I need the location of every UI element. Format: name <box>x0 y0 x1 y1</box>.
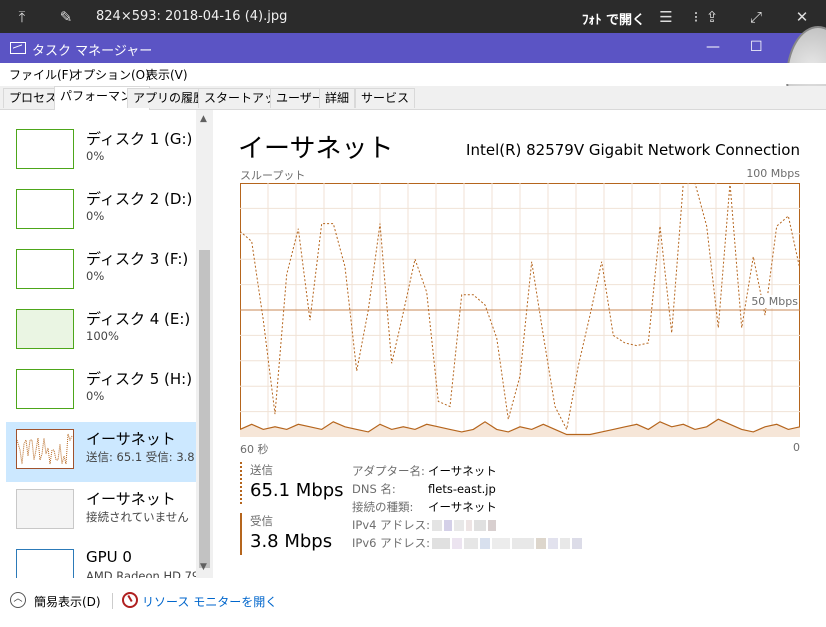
task-manager-icon <box>10 42 26 54</box>
tab-bar: プロセス パフォーマンス アプリの履歴 スタートアップ ユーザー 詳細 サービス <box>0 86 826 110</box>
resource-value: 0% <box>86 209 105 223</box>
graph-time-left: 60 秒 <box>240 443 269 456</box>
resource-thumbnail <box>16 369 74 409</box>
resource-value: 0% <box>86 389 105 403</box>
task-manager-titlebar: タスク マネージャー — ☐ <box>0 33 826 63</box>
prop-adapter-name: アダプター名: イーサネット <box>352 464 497 478</box>
send-label: 送信 <box>250 463 273 477</box>
send-value: 65.1 Mbps <box>250 480 344 501</box>
resource-list-scrollbar[interactable]: ▲ ▼ <box>196 110 213 578</box>
ethernet-mini-graph <box>16 433 73 465</box>
up-arrow-icon[interactable]: ⤒ <box>12 7 32 27</box>
prop-dns-name: DNS 名: flets-east.jp <box>352 482 496 496</box>
adapter-name: Intel(R) 82579V Gigabit Network Connecti… <box>466 141 800 159</box>
resource-thumbnail <box>16 249 74 289</box>
resource-value: 0% <box>86 149 105 163</box>
resource-thumbnail <box>16 489 74 529</box>
resource-name: ディスク 1 (G:) <box>86 130 193 148</box>
menu-file[interactable]: ファイル(F) <box>9 66 73 83</box>
resource-name: ディスク 2 (D:) <box>86 190 193 208</box>
resource-disk-3[interactable]: ディスク 3 (F:) 0% <box>6 242 196 302</box>
prop-connection-type: 接続の種類: イーサネット <box>352 500 497 514</box>
ethernet-detail-panel: イーサネット Intel(R) 82579V Gigabit Network C… <box>214 110 826 578</box>
open-with-photos-button[interactable]: ﾌｫﾄ で開く <box>582 9 645 28</box>
resource-name: ディスク 3 (F:) <box>86 250 189 268</box>
detail-title: イーサネット <box>238 134 394 164</box>
graph-time-right: 0 <box>793 441 800 454</box>
maximize-icon[interactable]: ☐ <box>750 39 763 55</box>
resource-value: 100% <box>86 329 119 343</box>
send-stat: 送信 65.1 Mbps <box>240 462 344 504</box>
resource-thumbnail <box>16 309 74 349</box>
scroll-down-icon[interactable]: ▼ <box>200 562 207 572</box>
resource-thumbnail <box>16 429 74 469</box>
resource-name: イーサネット <box>86 490 176 508</box>
chevron-up-icon[interactable]: ︿ <box>10 592 26 608</box>
photos-title: 824×593: 2018-04-16 (4).jpg <box>96 9 288 24</box>
menu-bar: ファイル(F) オプション(O) 表示(V) <box>0 63 826 84</box>
ipv6-redacted <box>431 534 584 552</box>
resource-name: イーサネット <box>86 430 176 448</box>
menu-options[interactable]: オプション(O) <box>71 66 150 83</box>
resource-name: ディスク 4 (E:) <box>86 310 191 328</box>
resource-disk-2[interactable]: ディスク 2 (D:) 0% <box>6 182 196 242</box>
adapter-properties: アダプター名: イーサネット DNS 名: flets-east.jp 接続の種類:… <box>352 462 584 552</box>
prop-ipv6: IPv6 アドレス: <box>352 534 584 552</box>
graph-max-label: 100 Mbps <box>746 167 800 180</box>
resource-value: 0% <box>86 269 105 283</box>
resource-thumbnail <box>16 189 74 229</box>
bottom-bar: ︿ 簡易表示(D) リソース モニターを開く <box>0 585 826 627</box>
minimize-icon[interactable]: — <box>706 39 720 55</box>
resource-value: AMD Radeon HD 790 <box>86 569 207 578</box>
receive-label: 受信 <box>250 514 273 528</box>
resource-monitor-icon[interactable] <box>122 592 138 608</box>
resource-value: 送信: 65.1 受信: 3.8 M <box>86 450 209 464</box>
resource-disk-5[interactable]: ディスク 5 (H:) 0% <box>6 362 196 422</box>
close-icon[interactable]: ✕ <box>792 7 812 27</box>
scrollbar-thumb[interactable] <box>199 250 210 568</box>
resource-disk-4[interactable]: ディスク 4 (E:) 100% <box>6 302 196 362</box>
resource-gpu-0[interactable]: GPU 0 AMD Radeon HD 790 <box>6 542 207 578</box>
resource-name: ディスク 5 (H:) <box>86 370 193 388</box>
pin-icon[interactable]: ✎ <box>56 7 76 27</box>
window-title: タスク マネージャー <box>32 44 153 59</box>
fewer-details-button[interactable]: 簡易表示(D) <box>34 593 101 610</box>
ipv4-redacted <box>431 516 498 534</box>
divider <box>112 593 113 609</box>
share-icon[interactable]: ⇪ <box>702 7 722 27</box>
resource-thumbnail <box>16 129 74 169</box>
resource-ethernet-active[interactable]: イーサネット 送信: 65.1 受信: 3.8 M <box>6 422 208 482</box>
resource-list: ディスク 1 (G:) 0% ディスク 2 (D:) 0% ディスク 3 (F:… <box>0 110 214 578</box>
list-icon[interactable]: ☰ <box>656 7 676 27</box>
throughput-graph <box>240 183 800 437</box>
expand-icon[interactable]: ⤢ <box>746 7 766 27</box>
resource-thumbnail <box>16 549 74 578</box>
throughput-label: スループット <box>240 169 306 182</box>
receive-stat: 受信 3.8 Mbps <box>240 513 332 555</box>
resource-value: 接続されていません <box>86 510 189 524</box>
prop-ipv4: IPv4 アドレス: <box>352 516 584 534</box>
scroll-up-icon[interactable]: ▲ <box>200 114 207 124</box>
tab-details[interactable]: 詳細 <box>319 88 356 108</box>
graph-mid-label: 50 Mbps <box>751 295 798 308</box>
resource-name: GPU 0 <box>86 548 132 566</box>
tab-services[interactable]: サービス <box>355 88 416 108</box>
receive-value: 3.8 Mbps <box>250 531 333 552</box>
resource-ethernet-disconnected[interactable]: イーサネット 接続されていません <box>6 482 196 542</box>
photos-viewer-bar: ⤒ ✎ 824×593: 2018-04-16 (4).jpg ﾌｫﾄ で開く … <box>0 0 826 33</box>
menu-view[interactable]: 表示(V) <box>146 66 188 83</box>
open-resource-monitor-link[interactable]: リソース モニターを開く <box>142 593 277 610</box>
resource-disk-1[interactable]: ディスク 1 (G:) 0% <box>6 122 196 182</box>
